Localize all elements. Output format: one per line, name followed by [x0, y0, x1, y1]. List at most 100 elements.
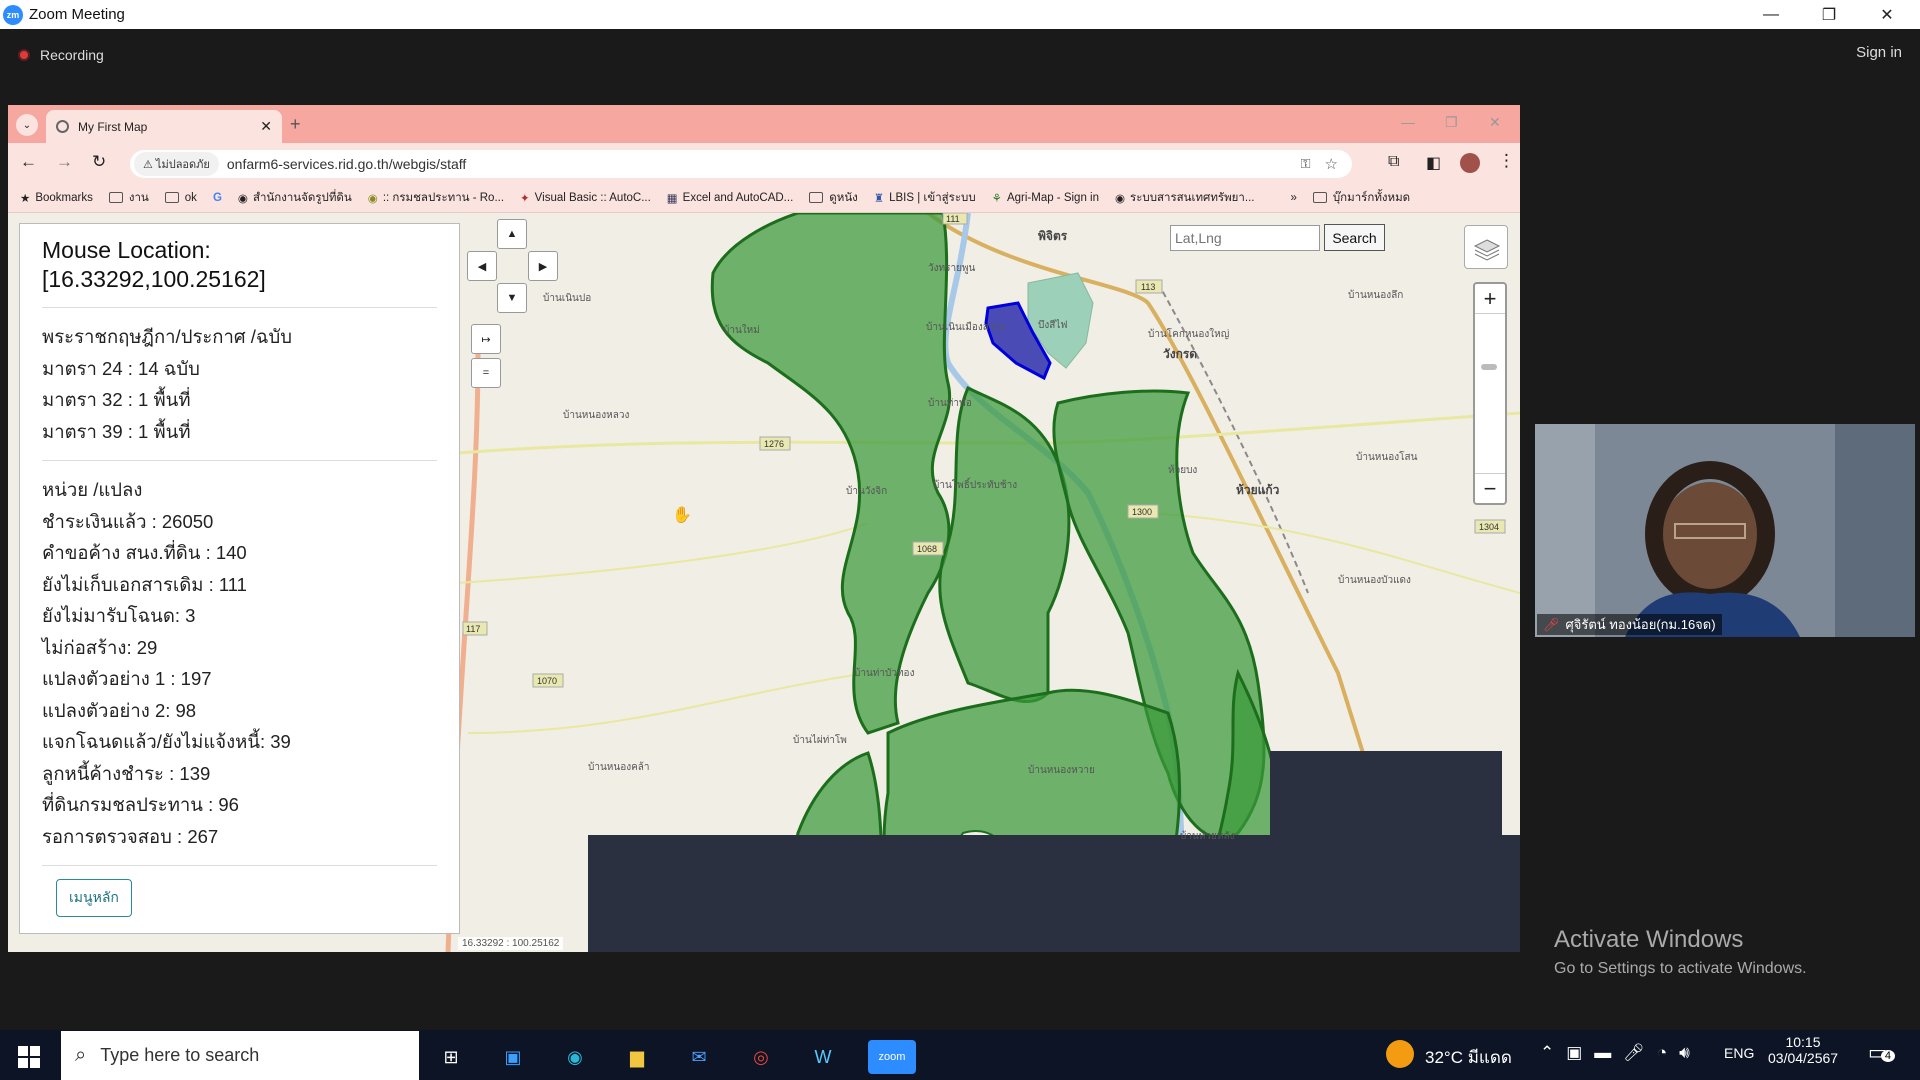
- svg-text:1068: 1068: [917, 544, 937, 554]
- folder-icon: [108, 192, 123, 203]
- bookmark-folder[interactable]: งาน: [108, 189, 149, 207]
- place-label: บ้านท่าบัวทอง: [854, 667, 915, 679]
- expand-width-icon[interactable]: ↦: [471, 324, 501, 354]
- language-indicator[interactable]: ENG: [1724, 1045, 1754, 1061]
- bookmark-star-icon[interactable]: ☆: [1325, 155, 1338, 173]
- bookmark-folder[interactable]: ดูหนัง: [809, 189, 858, 207]
- extensions-icon[interactable]: ⧉: [1388, 153, 1399, 171]
- stat-line: รอการตรวจสอบ : 267: [42, 825, 219, 847]
- layers-icon[interactable]: [1464, 225, 1508, 269]
- watermark-title: Activate Windows: [1554, 926, 1744, 953]
- watermark-sub: Go to Settings to activate Windows.: [1554, 960, 1807, 977]
- window-title: Zoom Meeting: [29, 6, 125, 23]
- profile-avatar[interactable]: [1460, 153, 1480, 173]
- divider: [42, 865, 437, 866]
- bookmark-folder[interactable]: ok: [164, 192, 197, 204]
- tab-close-icon[interactable]: ✕: [260, 118, 272, 135]
- map-canvas[interactable]: พิจิตร วังทรายพูน บ้านหนองลึก บ้านเนินปอ…: [8, 213, 1520, 952]
- zoom-taskbar-icon[interactable]: zoom: [868, 1040, 916, 1074]
- place-label: บ้านหนองคล้า: [588, 761, 650, 773]
- back-icon[interactable]: ←: [20, 152, 37, 172]
- svg-text:111: 111: [946, 214, 960, 224]
- globe-icon: [56, 120, 69, 133]
- bookmark-item[interactable]: ◉:: กรมชลประทาน - Ro...: [368, 189, 504, 207]
- webex-icon[interactable]: W: [806, 1040, 840, 1074]
- stat-line: ที่ดินกรมชลประทาน : 96: [42, 794, 239, 815]
- place-label: บ้านหนองโสน: [1356, 450, 1418, 463]
- hand-cursor-icon: ✋: [672, 507, 692, 524]
- tab-search-icon[interactable]: ⌄: [16, 114, 38, 136]
- url-text[interactable]: onfarm6-services.rid.go.th/webgis/staff: [227, 156, 466, 172]
- browser-restore-icon[interactable]: ❐: [1445, 114, 1458, 131]
- menu-kebab-icon[interactable]: ⋮: [1498, 151, 1515, 171]
- svg-text:1300: 1300: [1132, 507, 1152, 517]
- bookmark-item[interactable]: ◉ ระบบสารสนเทศทรัพยา...: [1115, 189, 1254, 207]
- all-bookmarks-folder[interactable]: บุ๊กมาร์กทั้งหมด: [1312, 189, 1410, 207]
- browser-minimize-icon[interactable]: —: [1401, 114, 1415, 130]
- equalize-icon[interactable]: =: [471, 358, 501, 388]
- store-icon[interactable]: ▣: [496, 1040, 530, 1074]
- stat-line: ชำระเงินแล้ว : 26050: [42, 510, 214, 532]
- edge-icon[interactable]: ◉: [558, 1040, 592, 1074]
- recording-indicator[interactable]: Recording: [18, 47, 104, 63]
- place-label: บ้านห้วยหลัง: [1180, 830, 1235, 842]
- bookmark-item[interactable]: ✦ Visual Basic :: AutoC...: [520, 191, 651, 205]
- place-label: บ้านหนองลึก: [1348, 289, 1403, 301]
- zoom-titlebar: zm Zoom Meeting — ❐ ✕: [0, 0, 1920, 29]
- address-bar[interactable]: ⚠ ไม่ปลอดภัย onfarm6-services.rid.go.th/…: [130, 150, 1352, 178]
- task-view-icon[interactable]: ⊞: [434, 1040, 468, 1074]
- clock[interactable]: 10:15 03/04/2567: [1768, 1034, 1838, 1066]
- weather-sun-icon[interactable]: [1386, 1040, 1414, 1068]
- reload-icon[interactable]: ↻: [92, 152, 106, 172]
- pan-down-button[interactable]: ▼: [497, 283, 527, 313]
- pan-up-button[interactable]: ▲: [497, 219, 527, 249]
- restore-button[interactable]: ❐: [1800, 0, 1858, 29]
- forward-icon[interactable]: →: [56, 152, 73, 172]
- bookmark-item[interactable]: ▦ Excel and AutoCAD...: [667, 191, 793, 205]
- system-tray-icons[interactable]: ⌃▣▬🎤︎◔🔊︎: [1540, 1043, 1702, 1063]
- activate-windows-watermark: Activate Windows Go to Settings to activ…: [1554, 926, 1807, 978]
- zoom-slider-handle[interactable]: [1481, 364, 1497, 370]
- password-key-icon[interactable]: ⚿: [1301, 156, 1311, 172]
- notification-icon[interactable]: ▭4: [1868, 1040, 1896, 1065]
- bookmark-item[interactable]: ★ Bookmarks: [20, 191, 93, 205]
- record-dot-icon: [18, 49, 30, 61]
- close-button[interactable]: ✕: [1858, 0, 1916, 29]
- file-explorer-icon[interactable]: ▆: [620, 1040, 654, 1074]
- zoom-out-button[interactable]: −: [1475, 473, 1505, 503]
- windows-start-icon[interactable]: [12, 1040, 46, 1074]
- sign-in-link[interactable]: Sign in: [1856, 44, 1902, 61]
- weather-text[interactable]: 32°C มีแดด: [1425, 1044, 1512, 1071]
- place-label: วังกรด: [1163, 347, 1197, 361]
- new-tab-button[interactable]: +: [290, 114, 301, 135]
- shared-browser-window: ⌄ My First Map ✕ + — ❐ ✕ ← → ↻ ⧉ ◧ ⋮ ⚠ ไ…: [8, 105, 1520, 952]
- bookmark-item[interactable]: ♜ LBIS | เข้าสู่ระบบ: [874, 189, 976, 207]
- pan-right-button[interactable]: ▶: [528, 251, 558, 281]
- zoom-in-button[interactable]: +: [1475, 284, 1505, 314]
- search-button[interactable]: Search: [1324, 224, 1385, 251]
- participant-name: ศุจิรัตน์ ทองน้อย(กม.16จด): [1565, 617, 1716, 632]
- place-label: บ้านโพธิ์ประทับช้าง: [933, 477, 1017, 491]
- participant-video[interactable]: [1535, 424, 1915, 637]
- latlng-input[interactable]: [1170, 225, 1320, 251]
- side-panel-icon[interactable]: ◧: [1426, 153, 1441, 173]
- unit-heading: หน่วย /แปลง: [42, 479, 143, 500]
- tab-my-first-map[interactable]: My First Map ✕: [46, 110, 282, 143]
- place-label: บ้านหนองหลวง: [563, 409, 629, 421]
- taskbar-search-input[interactable]: ⌕ Type here to search: [61, 1031, 419, 1080]
- bookmark-item[interactable]: G: [213, 192, 222, 204]
- minimize-button[interactable]: —: [1742, 0, 1800, 29]
- pan-left-button[interactable]: ◀: [467, 251, 497, 281]
- bookmark-item[interactable]: ⚘ Agri-Map - Sign in: [992, 191, 1099, 205]
- security-warning[interactable]: ⚠ ไม่ปลอดภัย: [134, 152, 219, 176]
- zoom-control: + −: [1473, 282, 1507, 505]
- bookmark-item[interactable]: ◉ สำนักงานจัดรูปที่ดิน: [238, 189, 352, 207]
- more-bookmarks-icon[interactable]: »: [1290, 192, 1296, 204]
- browser-close-icon[interactable]: ✕: [1489, 114, 1501, 131]
- main-menu-button[interactable]: เมนูหลัก: [56, 879, 132, 917]
- place-label: บึงสีไฟ: [1038, 319, 1067, 331]
- mail-icon[interactable]: ✉: [682, 1040, 716, 1074]
- place-label: บ้านไผ่ท่าโพ: [793, 733, 847, 746]
- chrome-icon[interactable]: ◎: [744, 1040, 778, 1074]
- stat-line: คำขอค้าง สนง.ที่ดิน : 140: [42, 542, 247, 563]
